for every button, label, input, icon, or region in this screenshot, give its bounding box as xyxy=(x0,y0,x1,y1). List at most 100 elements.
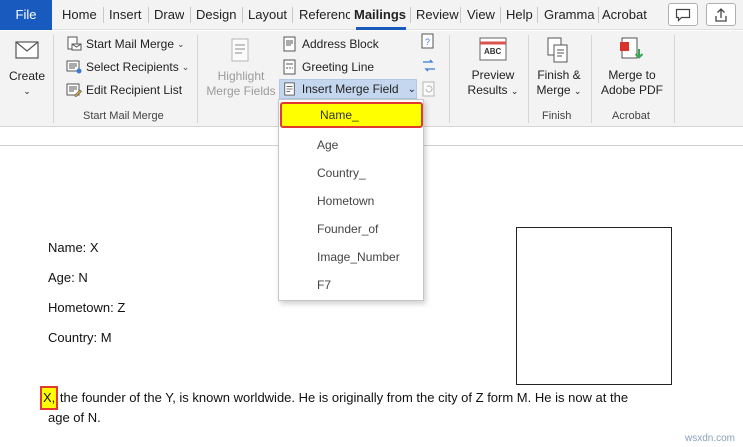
preview-abc-icon: ABC xyxy=(479,37,507,61)
finish-label-1: Finish & xyxy=(537,68,581,82)
tab-mailings[interactable]: Mailings xyxy=(354,0,408,30)
comments-button[interactable] xyxy=(668,3,698,26)
document-envelope-icon xyxy=(67,36,82,51)
merge-field-age[interactable]: Age xyxy=(279,131,423,159)
watermark: wsxdn.com xyxy=(684,433,735,444)
tab-separator xyxy=(242,7,243,23)
match-fields-button[interactable] xyxy=(418,57,440,75)
paragraph-line-1: the founder of the Y, is known worldwide… xyxy=(56,390,629,405)
edit-recipient-list-label: Edit Recipient List xyxy=(86,83,183,97)
create-label: Create xyxy=(8,69,46,83)
tab-separator xyxy=(292,7,293,23)
merge-field-f7[interactable]: F7 xyxy=(279,271,423,299)
chevron-down-icon: ⌄ xyxy=(407,83,416,95)
update-labels-icon xyxy=(422,81,435,97)
tab-view[interactable]: View xyxy=(467,0,495,30)
tab-separator xyxy=(148,7,149,23)
greeting-line-button[interactable]: Greeting Line xyxy=(282,57,374,77)
insert-merge-field-button[interactable]: Insert Merge Field ⌄ xyxy=(279,79,417,99)
merge-to-adobe-pdf-button[interactable]: Merge to Adobe PDF xyxy=(597,36,667,98)
doc-age-line: Age: N xyxy=(48,270,88,285)
select-recipients-button[interactable]: Select Recipients ⌄ xyxy=(66,57,189,77)
image-placeholder[interactable] xyxy=(516,227,672,385)
chevron-down-icon: ⌄ xyxy=(510,86,519,96)
tab-layout[interactable]: Layout xyxy=(248,0,287,30)
comment-icon xyxy=(675,8,691,22)
tab-home[interactable]: Home xyxy=(62,0,97,30)
merge-field-x[interactable]: X, xyxy=(39,386,59,410)
envelope-icon xyxy=(15,41,39,59)
merge-field-dropdown: Name_ Age Country_ Hometown Founder_of I… xyxy=(278,99,424,301)
doc-paragraph: X, the founder of the Y, is known worldw… xyxy=(39,386,682,428)
svg-text:ABC: ABC xyxy=(484,47,502,56)
group-separator xyxy=(674,35,675,123)
share-icon xyxy=(715,7,727,22)
finish-merge-text: Merge xyxy=(536,83,571,97)
acrobat-group-label: Acrobat xyxy=(612,110,650,122)
tab-file[interactable]: File xyxy=(0,0,52,30)
tab-insert[interactable]: Insert xyxy=(109,0,142,30)
tab-separator xyxy=(103,7,104,23)
tab-review[interactable]: Review xyxy=(416,0,459,30)
share-button[interactable] xyxy=(706,3,736,26)
insert-field-icon xyxy=(284,82,295,96)
merge-field-country[interactable]: Country_ xyxy=(279,159,423,187)
rules-icon: ? xyxy=(421,33,434,49)
tab-separator xyxy=(598,7,599,23)
finish-group-label: Finish xyxy=(542,110,572,122)
merge-field-image-number[interactable]: Image_Number xyxy=(279,243,423,271)
adobe-pdf-icon xyxy=(620,37,644,59)
highlight-fields-icon xyxy=(231,38,249,62)
edit-list-icon xyxy=(66,83,82,97)
ribbon-tab-bar: File Home Insert Draw Design Layout Refe… xyxy=(0,0,743,30)
group-separator xyxy=(591,35,592,123)
paragraph-line-2: age of N. xyxy=(48,410,101,425)
doc-name-line: Name: X xyxy=(48,240,99,255)
group-separator xyxy=(197,35,198,123)
merge-field-hometown[interactable]: Hometown xyxy=(279,187,423,215)
preview-label-2: Results ⌄ xyxy=(468,83,519,99)
merge-field-founder-of[interactable]: Founder_of xyxy=(279,215,423,243)
address-block-label: Address Block xyxy=(302,37,379,51)
finish-label-2: Merge ⌄ xyxy=(537,83,582,99)
merge-field-name[interactable]: Name_ xyxy=(280,102,423,128)
tab-grammarly[interactable]: Gramma xyxy=(544,0,596,30)
match-fields-icon xyxy=(423,59,435,72)
finish-merge-icon xyxy=(547,37,568,63)
insert-merge-field-label: Insert Merge Field xyxy=(301,82,399,96)
doc-country-line: Country: M xyxy=(48,330,112,345)
group-separator xyxy=(449,35,450,123)
update-labels-button[interactable] xyxy=(418,80,440,98)
preview-results-text: Results xyxy=(467,83,508,97)
group-separator xyxy=(528,35,529,123)
tab-references[interactable]: Referenc xyxy=(299,0,350,30)
highlight-merge-fields-button[interactable]: Highlight Merge Fields xyxy=(205,37,277,99)
tab-draw[interactable]: Draw xyxy=(154,0,184,30)
start-mail-merge-group-label: Start Mail Merge xyxy=(83,110,164,122)
address-block-icon xyxy=(283,36,296,52)
tab-separator xyxy=(190,7,191,23)
greeting-line-label: Greeting Line xyxy=(302,60,375,74)
tab-acrobat[interactable]: Acrobat xyxy=(602,0,647,30)
address-block-button[interactable]: Address Block xyxy=(282,34,379,54)
chevron-down-icon: ⌄ xyxy=(573,86,582,96)
finish-merge-button[interactable]: Finish & Merge ⌄ xyxy=(532,36,586,99)
tab-help[interactable]: Help xyxy=(506,0,533,30)
doc-hometown-line: Hometown: Z xyxy=(48,300,126,315)
edit-recipient-list-button[interactable]: Edit Recipient List xyxy=(66,80,182,100)
tab-design[interactable]: Design xyxy=(196,0,236,30)
chevron-down-icon: ⌄ xyxy=(177,38,185,49)
group-separator xyxy=(53,35,54,123)
tab-separator xyxy=(460,7,461,23)
tab-separator xyxy=(410,7,411,23)
tab-separator xyxy=(537,7,538,23)
start-mail-merge-button[interactable]: Start Mail Merge ⌄ xyxy=(66,34,185,54)
preview-results-button[interactable]: ABC Preview Results ⌄ xyxy=(462,36,524,99)
create-button[interactable]: Create ⌄ xyxy=(8,37,46,99)
adobe-label-2: Adobe PDF xyxy=(600,83,664,97)
rules-button[interactable]: ? xyxy=(418,33,440,51)
adobe-label-1: Merge to xyxy=(608,68,656,82)
greeting-line-icon xyxy=(283,59,296,75)
highlight-label-1: Highlight xyxy=(217,69,265,83)
select-recipients-label: Select Recipients xyxy=(86,60,179,74)
